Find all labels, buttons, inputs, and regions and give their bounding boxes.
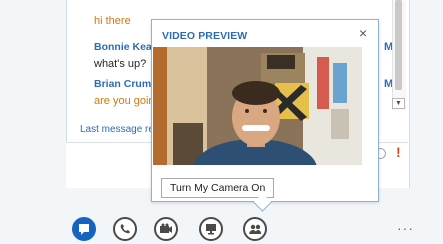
message-text: hi there [94, 15, 131, 27]
participants-button[interactable] [243, 217, 267, 241]
turn-camera-on-button[interactable]: Turn My Camera On [161, 178, 275, 198]
popup-title: VIDEO PREVIEW [162, 30, 248, 42]
message-text: are you goin [94, 95, 155, 107]
im-button[interactable] [72, 217, 96, 241]
camera-icon [160, 223, 172, 233]
last-message-status: Last message re [80, 124, 154, 135]
conversation-window: hi there Bonnie Kearn what's up? Brian C… [0, 0, 443, 243]
chat-bubble-icon [79, 224, 89, 235]
video-preview-image [153, 47, 362, 165]
people-icon [249, 224, 261, 234]
scroll-down-button[interactable]: ▼ [392, 98, 405, 109]
present-button[interactable] [199, 217, 223, 241]
video-preview-popup: VIDEO PREVIEW × Turn My Camera On [151, 19, 379, 202]
message-sender: Brian Crum [94, 78, 152, 90]
monitor-icon [206, 224, 216, 235]
video-button[interactable] [154, 217, 178, 241]
message-text: what's up? [94, 58, 147, 70]
importance-icon[interactable]: ! [396, 144, 401, 160]
scrollbar-thumb[interactable] [395, 0, 402, 90]
close-icon[interactable]: × [359, 25, 367, 41]
phone-icon [120, 224, 130, 234]
call-button[interactable] [113, 217, 137, 241]
more-options-button[interactable]: ··· [397, 220, 414, 236]
